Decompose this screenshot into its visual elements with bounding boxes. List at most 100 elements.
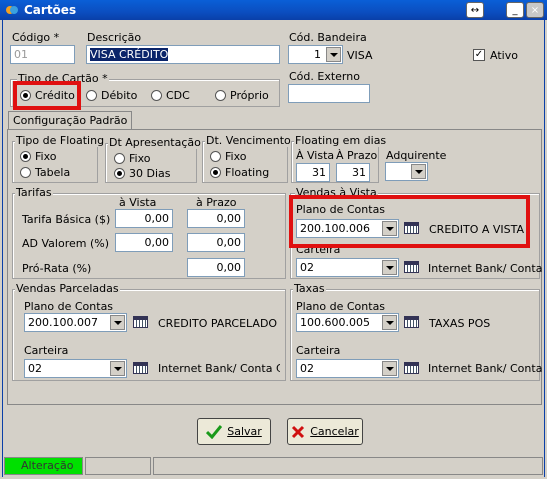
chevron-down-icon <box>326 47 341 62</box>
title-bar: Cartões ↔ _ × <box>0 0 547 20</box>
tarifa-basica-label: Tarifa Básica ($) <box>22 213 111 226</box>
status-panel-3 <box>153 457 543 475</box>
radio-floating-tabela[interactable]: Tabela <box>20 166 70 179</box>
taxas-carteira-label: Carteira <box>296 344 341 357</box>
radio-dot <box>210 151 221 162</box>
chevron-down-icon <box>382 361 397 376</box>
minimize-button[interactable]: _ <box>506 2 524 18</box>
taxas-plano-select[interactable]: 100.600.005 <box>296 313 399 332</box>
ad-valorem-aprazo[interactable]: 0,00 <box>187 233 245 252</box>
vendas-parc-carteira-value: 02 <box>28 362 42 375</box>
vendas-parc-plano-desc: CREDITO PARCELADO <box>158 317 278 330</box>
chevron-down-icon <box>110 315 125 330</box>
descricao-field[interactable]: VISA CRÉDITO <box>86 45 280 64</box>
status-text: Alteração <box>21 459 74 472</box>
cod-bandeira-value: 1 <box>314 48 321 61</box>
radio-apres-fixo-label: Fixo <box>129 152 151 165</box>
pro-rata-aprazo[interactable]: 0,00 <box>187 258 245 277</box>
app-icon <box>6 6 18 14</box>
radio-floating-fixo[interactable]: Fixo <box>20 150 56 163</box>
restore-icon: ↔ <box>470 4 480 16</box>
radio-apres-fixo[interactable]: Fixo <box>114 152 150 165</box>
adquirente-select[interactable] <box>385 162 428 181</box>
radio-dot <box>210 167 221 178</box>
status-indicator: Alteração <box>4 457 83 475</box>
chevron-down-icon <box>382 315 397 330</box>
cod-externo-field[interactable] <box>288 84 370 103</box>
radio-dot <box>20 151 31 162</box>
radio-proprio[interactable]: Próprio <box>215 89 269 102</box>
minimize-icon: _ <box>512 4 518 16</box>
radio-dot <box>215 90 226 101</box>
floating-dias-label: Floating em dias <box>294 134 388 147</box>
radio-venc-fixo[interactable]: Fixo <box>210 150 246 163</box>
floating-aprazo-field[interactable]: 31 <box>336 163 370 182</box>
checkmark-icon <box>206 424 223 439</box>
calendar-icon[interactable] <box>133 362 148 374</box>
vendas-vista-carteira-select[interactable]: 02 <box>296 258 399 277</box>
calendar-icon[interactable] <box>404 362 419 374</box>
radio-dot <box>114 168 125 179</box>
calendar-icon[interactable] <box>404 261 419 273</box>
radio-floating-fixo-label: Fixo <box>35 150 57 163</box>
radio-dot <box>20 167 31 178</box>
vendas-parc-carteira-select[interactable]: 02 <box>24 359 127 378</box>
radio-proprio-label: Próprio <box>230 89 269 102</box>
taxas-label: Taxas <box>293 282 326 295</box>
tarifas-col-aprazo: à Prazo <box>196 196 237 209</box>
tipo-floating-label: Tipo de Floating <box>15 134 106 147</box>
vendas-parc-carteira-label: Carteira <box>24 344 69 357</box>
vendas-parc-plano-select[interactable]: 200.100.007 <box>24 313 127 332</box>
radio-apres-30dias-label: 30 Dias <box>129 167 171 180</box>
codigo-field[interactable]: 01 <box>10 45 75 64</box>
radio-dot <box>151 90 162 101</box>
taxas-plano-label: Plano de Contas <box>296 300 386 313</box>
vendas-parc-carteira-desc: Internet Bank/ Conta Cor <box>158 362 280 375</box>
check-icon: ✓ <box>474 49 484 60</box>
adquirente-label: Adquirente <box>386 149 447 162</box>
calendar-icon[interactable] <box>404 316 419 328</box>
codigo-label: Código * <box>12 31 60 44</box>
dt-apresentacao-label: Dt Apresentação <box>108 136 202 149</box>
bandeira-name: VISA <box>347 49 373 62</box>
ad-valorem-label: AD Valorem (%) <box>22 237 109 250</box>
status-panel-2 <box>85 457 151 475</box>
radio-dot <box>86 90 97 101</box>
radio-venc-fixo-label: Fixo <box>225 150 247 163</box>
vendas-vista-carteira-desc: Internet Bank/ Conta <box>428 262 543 275</box>
radio-cdc[interactable]: CDC <box>151 89 190 102</box>
save-button-label: Salvar <box>227 425 262 438</box>
descricao-value: VISA CRÉDITO <box>90 48 169 61</box>
radio-cdc-label: CDC <box>166 89 190 102</box>
vendas-parceladas-label: Vendas Parceladas <box>15 282 120 295</box>
chevron-down-icon <box>382 260 397 275</box>
save-button[interactable]: Salvar <box>197 418 271 445</box>
cod-bandeira-select[interactable]: 1 <box>288 45 343 64</box>
cancel-x-icon <box>292 425 305 438</box>
floating-avista-field[interactable]: 31 <box>296 163 330 182</box>
radio-debito-label: Débito <box>101 89 138 102</box>
dt-vencimento-label: Dt. Vencimento <box>205 134 292 147</box>
radio-debito[interactable]: Débito <box>86 89 137 102</box>
ativo-checkbox[interactable]: ✓ <box>473 49 485 61</box>
tarifa-basica-avista[interactable]: 0,00 <box>115 209 173 228</box>
tarifa-basica-aprazo[interactable]: 0,00 <box>187 209 245 228</box>
tarifas-label: Tarifas <box>15 186 53 199</box>
floating-aprazo-label: À Prazo <box>336 149 378 162</box>
close-button[interactable]: × <box>526 2 544 18</box>
calendar-icon[interactable] <box>133 316 148 328</box>
cancel-button[interactable]: Cancelar <box>287 418 363 445</box>
taxas-carteira-select[interactable]: 02 <box>296 359 399 378</box>
radio-venc-floating[interactable]: Floating <box>210 166 269 179</box>
restore-button[interactable]: ↔ <box>466 2 484 18</box>
window-title: Cartões <box>24 3 77 17</box>
taxas-carteira-desc: Internet Bank/ Conta <box>428 362 543 375</box>
ad-valorem-avista[interactable]: 0,00 <box>115 233 173 252</box>
vendas-vista-carteira-value: 02 <box>300 261 314 274</box>
tab-configuracao-padrao[interactable]: Configuração Padrão <box>8 111 133 130</box>
cod-bandeira-label: Cód. Bandeira <box>289 31 367 44</box>
cod-externo-label: Cód. Externo <box>289 70 360 83</box>
taxas-plano-desc: TAXAS POS <box>429 317 491 330</box>
radio-apres-30dias[interactable]: 30 Dias <box>114 167 171 180</box>
radio-dot <box>114 153 125 164</box>
